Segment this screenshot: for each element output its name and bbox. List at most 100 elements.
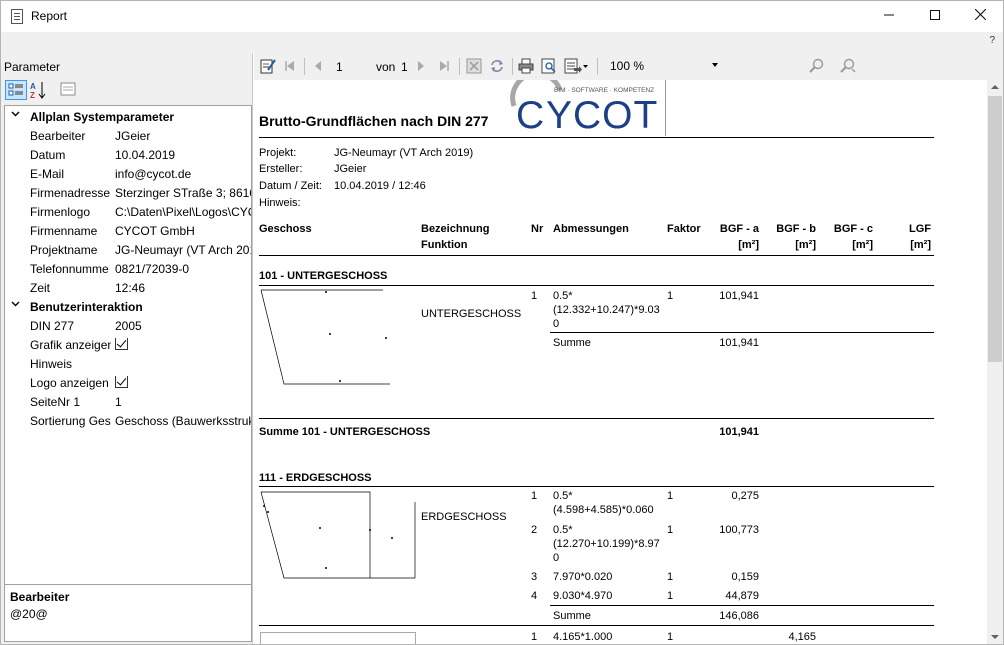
chevron-down-icon[interactable] <box>11 299 20 311</box>
company-logo: C YCOT BIM · SOFTWARE · KOMPETENZ <box>506 80 666 137</box>
property-row[interactable]: Grafik anzeigen <box>5 335 251 354</box>
chevron-down-icon[interactable] <box>11 109 20 121</box>
summe-value: 146,086 <box>719 610 759 622</box>
property-row[interactable]: Sortierung Gesc Geschoss (Bauwerksstrukt <box>5 411 251 430</box>
close-button[interactable] <box>957 1 1003 32</box>
row-bgf-a: 101,941 <box>719 290 759 302</box>
page-number-input[interactable]: 1 <box>336 60 343 74</box>
last-page-button[interactable] <box>435 57 453 75</box>
row-dimension: 9.030*4.970 <box>553 590 613 602</box>
row-nr: 2 <box>531 524 538 536</box>
print-layout-button[interactable] <box>540 57 558 75</box>
col-funktion: Funktion <box>421 239 468 251</box>
zoom-value: 100 % <box>610 59 645 73</box>
category-benutzerinteraktion[interactable]: Benutzerinteraktion <box>5 297 251 316</box>
scroll-thumb[interactable] <box>988 96 1002 362</box>
property-row[interactable]: SeiteNr 11 <box>5 392 251 411</box>
row-dimension: 7.970*0.020 <box>553 571 613 583</box>
col-lgf: LGF <box>909 223 931 235</box>
report-page: Brutto-Grundflächen nach DIN 277 C YCOT … <box>254 80 987 644</box>
svg-text:Z: Z <box>30 91 35 100</box>
minimize-button[interactable] <box>866 1 912 32</box>
first-page-button[interactable] <box>281 57 299 75</box>
help-button[interactable]: ? <box>989 35 995 46</box>
section-rule <box>259 625 934 626</box>
col-unit: [m²] <box>795 239 816 251</box>
maximize-button[interactable] <box>912 1 958 32</box>
next-page-icon <box>418 61 424 71</box>
svg-text:YCOT: YCOT <box>546 94 658 136</box>
property-row[interactable]: Datum 10.04.2019 <box>5 145 251 164</box>
property-row[interactable]: Hinweis <box>5 354 251 373</box>
next-page-button[interactable] <box>412 57 430 75</box>
find-button[interactable] <box>808 57 826 75</box>
export-button[interactable] <box>563 57 589 75</box>
summe-rule <box>550 332 934 333</box>
row-faktor: 1 <box>667 631 674 643</box>
stop-button[interactable] <box>465 57 483 75</box>
property-description: Bearbeiter @20@ <box>4 584 252 642</box>
grafik-anzeigen-checkbox[interactable] <box>115 338 128 350</box>
row-nr: 1 <box>531 631 538 643</box>
report-window: Report ? Parameter A Z Allplan Systempar… <box>0 0 1004 645</box>
property-row[interactable]: Projektname JG-Neumayr (VT Arch 201 <box>5 240 251 259</box>
row-faktor: 1 <box>667 590 674 602</box>
report-app-icon <box>11 9 23 24</box>
col-abmessungen: Abmessungen <box>553 223 629 235</box>
col-bgf-b: BGF - b <box>776 223 816 235</box>
row-bgf-a: 100,773 <box>719 524 759 536</box>
print-preview-icon <box>541 58 556 74</box>
logo-anzeigen-checkbox[interactable] <box>115 376 128 388</box>
vertical-scrollbar[interactable] <box>987 80 1003 644</box>
property-row[interactable]: Firmenname CYCOT GmbH <box>5 221 251 240</box>
col-unit: [m²] <box>910 239 931 251</box>
col-nr: Nr <box>531 223 544 235</box>
report-viewer[interactable]: Brutto-Grundflächen nach DIN 277 C YCOT … <box>254 80 987 644</box>
property-row[interactable]: Zeit 12:46 <box>5 278 251 297</box>
row-dimension: 0 <box>553 318 560 330</box>
row-nr: 4 <box>531 590 538 602</box>
section-total-label: Summe 101 - UNTERGESCHOSS <box>259 426 431 438</box>
col-bezeichnung: Bezeichnung <box>421 223 490 235</box>
print-button[interactable] <box>517 57 535 75</box>
meta-label: Ersteller: <box>259 163 303 175</box>
search-icon <box>809 58 824 73</box>
edit-parameters-button[interactable] <box>259 57 277 75</box>
row-dimension: 4.165*1.000 <box>553 631 613 643</box>
col-unit: [m²] <box>738 239 759 251</box>
property-row[interactable]: Logo anzeigen <box>5 373 251 392</box>
categorized-view-button[interactable] <box>5 80 27 100</box>
property-row[interactable]: DIN 277 2005 <box>5 316 251 335</box>
room-label: UNTERGESCHOSS <box>421 308 522 320</box>
page-of-label: von <box>376 60 396 74</box>
find-next-button[interactable] <box>839 57 857 75</box>
floor-plan-next <box>260 632 416 644</box>
property-pages-button[interactable] <box>58 80 80 100</box>
property-row[interactable]: Firmenlogo C:\Daten\Pixel\Logos\CYC <box>5 202 251 221</box>
property-row[interactable]: Firmenadresse Sterzinger STraße 3; 86165 <box>5 183 251 202</box>
alphabetical-sort-button[interactable]: A Z <box>28 80 50 100</box>
meta-value: JGeier <box>334 163 367 175</box>
section-total-value: 101,941 <box>719 426 759 438</box>
col-bgf-a: BGF - a <box>719 223 759 235</box>
refresh-button[interactable] <box>488 57 506 75</box>
property-row[interactable]: Telefonnumme 0821/72039-0 <box>5 259 251 278</box>
row-faktor: 1 <box>667 290 674 302</box>
total-rule <box>259 418 934 419</box>
col-faktor: Faktor <box>667 223 701 235</box>
scroll-down-icon[interactable] <box>991 635 999 639</box>
property-row[interactable]: E-Mail info@cycot.de <box>5 164 251 183</box>
category-allplan-systemparameter[interactable]: Allplan Systemparameter <box>5 107 251 126</box>
refresh-icon <box>491 60 503 72</box>
row-dimension: (12.270+10.199)*8.97 <box>553 538 660 550</box>
scroll-up-icon[interactable] <box>991 85 999 89</box>
previous-page-button[interactable] <box>309 57 327 75</box>
svg-text:C: C <box>516 94 545 136</box>
parameter-panel: Parameter A Z Allplan Systemparameter Be… <box>1 53 253 644</box>
col-unit: [m²] <box>852 239 873 251</box>
section-rule <box>259 486 934 487</box>
zoom-select[interactable]: 100 % <box>610 59 720 75</box>
report-title: Brutto-Grundflächen nach DIN 277 <box>259 113 489 129</box>
svg-text:BIM · SOFTWARE · KOMPETENZ: BIM · SOFTWARE · KOMPETENZ <box>554 87 654 94</box>
property-row[interactable]: Bearbeiter JGeier <box>5 126 251 145</box>
